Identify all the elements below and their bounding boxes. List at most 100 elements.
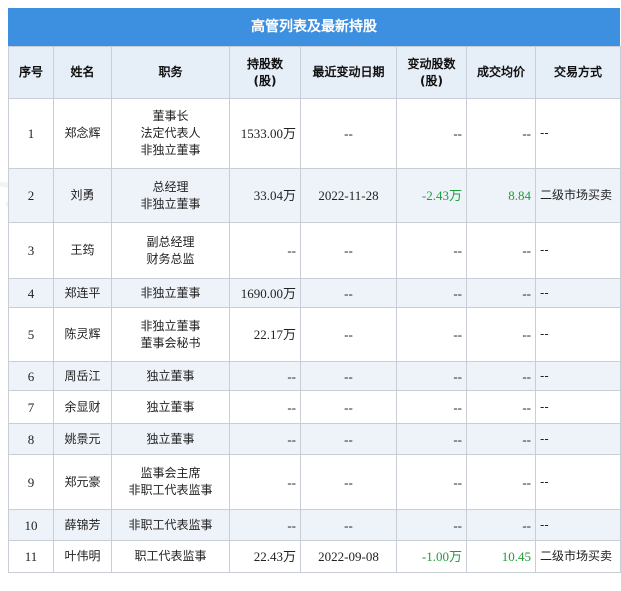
table-header-row: 序号 姓名 职务 持股数 (股) 最近变动日期 变动股数 (股) 成交均价 交易方式 [8,46,621,99]
row-name: 郑元豪 [53,454,112,510]
row-avg-price: -- [466,98,536,169]
header-text: 职务 [158,65,183,79]
table-row: 1 郑念辉 董事长 法定代表人 非独立董事 1533.00万 -- -- -- -- [8,98,621,169]
role-text: 财务总监 [146,251,195,266]
row-change-shares: -- [396,222,467,279]
header-text: 成交均价 [476,65,525,79]
table-body: 1 郑念辉 董事长 法定代表人 非独立董事 1533.00万 -- -- -- -- 2 刘勇 总经理非… [8,98,621,573]
header-text: (股) [420,73,443,88]
row-change-date: -- [300,278,397,308]
row-name: 姚景元 [53,423,112,455]
row-trade-method: -- [535,361,621,391]
row-avg-price: 8.84 [466,168,536,223]
row-shares: 22.17万 [229,307,301,362]
row-trade-method: -- [535,454,621,510]
row-trade-method: -- [535,509,621,541]
row-index: 4 [8,278,54,308]
row-name: 薛锦芳 [53,509,112,541]
row-roles: 监事会主席非职工代表监事 [111,454,230,510]
row-roles: 非职工代表监事 [111,509,230,541]
row-roles: 董事长 法定代表人 非独立董事 [111,98,230,169]
row-index: 1 [8,98,54,169]
row-index: 3 [8,222,54,279]
row-shares: 33.04万 [229,168,301,223]
row-index: 6 [8,361,54,391]
row-change-shares: -- [396,98,467,169]
row-name: 郑念辉 [53,98,112,169]
row-index: 8 [8,423,54,455]
col-name-header: 姓名 [53,46,112,99]
header-text: 最近变动日期 [312,65,385,79]
table-row: 6 周岳江 独立董事 -- -- -- -- -- [8,361,621,391]
header-text: 序号 [18,65,43,79]
row-shares: -- [229,454,301,510]
row-change-date: 2022-11-28 [300,168,397,223]
col-index-header: 序号 [8,46,54,99]
row-roles: 副总经理 财务总监 [111,222,230,279]
row-roles: 独立董事 [111,390,230,424]
holdings-panel: 高管列表及最新持股 序号 姓名 职务 持股数 (股) 最近变动日期 变动股数 (股) 成交均价 交… [8,8,621,573]
row-index: 7 [8,390,54,424]
row-index: 10 [8,509,54,541]
header-text: 交易方式 [553,65,602,79]
role-text: 监事会主席 [140,466,201,480]
row-roles: 职工代表监事 [111,540,230,573]
row-avg-price: -- [466,361,536,391]
col-change-header: 变动股数 (股) [396,46,467,99]
row-change-shares: -- [396,509,467,541]
row-shares: 1533.00万 [229,98,301,169]
row-change-shares: -1.00万 [396,540,467,573]
row-shares: -- [229,509,301,541]
role-text: 非职工代表监事 [128,517,213,532]
row-index: 11 [8,540,54,573]
row-trade-method: -- [535,423,621,455]
row-trade-method: -- [535,222,621,279]
row-change-shares: -- [396,278,467,308]
row-trade-method: -- [535,307,621,362]
table-row: 7 余显财 独立董事 -- -- -- -- -- [8,390,621,424]
row-change-date: -- [300,390,397,424]
row-index: 5 [8,307,54,362]
role-text: 职工代表监事 [134,549,207,563]
row-change-shares: -2.43万 [396,168,467,223]
row-index: 2 [8,168,54,223]
col-date-header: 最近变动日期 [300,46,397,99]
role-text: 独立董事 [146,431,195,446]
row-trade-method: -- [535,98,621,169]
row-change-date: -- [300,98,397,169]
row-name: 周岳江 [53,361,112,391]
panel-title: 高管列表及最新持股 [8,8,620,46]
row-avg-price: -- [466,454,536,510]
row-name: 叶伟明 [53,540,112,573]
row-change-shares: -- [396,454,467,510]
row-avg-price: -- [466,222,536,279]
row-roles: 独立董事 [111,361,230,391]
role-text: 非独立董事 [140,285,201,300]
role-text: 独立董事 [146,399,195,414]
row-shares: -- [229,423,301,455]
header-text: 姓名 [70,65,95,79]
row-trade-method: 二级市场买卖 [535,540,621,573]
row-name: 余显财 [53,390,112,424]
row-name: 郑连平 [53,278,112,308]
executives-table: 序号 姓名 职务 持股数 (股) 最近变动日期 变动股数 (股) 成交均价 交易方式 1 郑念辉 董事… [8,46,621,573]
row-change-date: 2022-09-08 [300,540,397,573]
role-text: 非独立董事 [140,143,201,157]
role-text: 副总经理 [146,234,195,249]
header-text: 持股数 [246,56,283,71]
row-change-shares: -- [396,390,467,424]
role-text: 法定代表人 [140,126,201,140]
row-trade-method: -- [535,278,621,308]
table-row: 3 王筠 副总经理 财务总监 -- -- -- -- -- [8,222,621,279]
row-change-shares: -- [396,307,467,362]
row-shares: 22.43万 [229,540,301,573]
table-row: 10 薛锦芳 非职工代表监事 -- -- -- -- -- [8,509,621,541]
col-price-header: 成交均价 [466,46,536,99]
row-change-date: -- [300,222,397,279]
table-row: 8 姚景元 独立董事 -- -- -- -- -- [8,423,621,455]
table-row: 2 刘勇 总经理 非独立董事 33.04万 2022-11-28 -2.43万 8.84 二级市… [8,168,621,223]
row-roles: 独立董事 [111,423,230,455]
row-avg-price: 10.45 [466,540,536,573]
row-index: 9 [8,454,54,510]
role-text: 非职工代表监事 [128,483,213,497]
